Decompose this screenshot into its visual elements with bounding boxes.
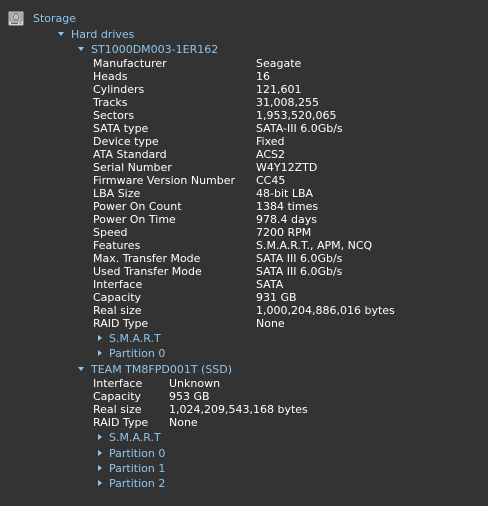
property-key: SATA type (93, 122, 149, 135)
property-key: Features (93, 239, 141, 252)
property-key: Interface (93, 278, 143, 291)
tree-node-partition-label: Partition 0 (109, 446, 166, 460)
property-value: CC45 (256, 174, 286, 187)
tree-node-partition[interactable]: Partition 0 (98, 346, 165, 360)
tree-node-drive-st1000dm003[interactable]: ST1000DM003-1ER162 (78, 42, 218, 56)
property-value: Fixed (256, 135, 285, 148)
property-value: 31,008,255 (256, 96, 319, 109)
tree-node-partition[interactable]: Partition 1 (98, 461, 165, 475)
triangle-right-icon[interactable] (98, 434, 102, 440)
property-key: Real size (93, 403, 142, 416)
property-key: Power On Count (93, 200, 182, 213)
tree-node-storage[interactable]: Storage (33, 11, 76, 25)
property-key: Interface (93, 377, 143, 390)
tree-node-smart-label: S.M.A.R.T (109, 331, 161, 345)
property-key: Device type (93, 135, 159, 148)
property-key: LBA Size (93, 187, 141, 200)
property-key: RAID Type (93, 416, 149, 429)
triangle-right-icon[interactable] (98, 480, 102, 486)
property-key: Used Transfer Mode (93, 265, 202, 278)
tree-node-hard-drives[interactable]: Hard drives (58, 27, 134, 41)
property-key: Capacity (93, 291, 142, 304)
tree-node-smart-label: S.M.A.R.T (109, 430, 161, 444)
property-key: Power On Time (93, 213, 176, 226)
tree-node-hard-drives-label: Hard drives (71, 27, 135, 41)
storage-tree: Storage Hard drives ST1000DM003-1ER162 M… (0, 0, 488, 506)
property-value: 7200 RPM (256, 226, 312, 239)
property-key: Heads (93, 70, 128, 83)
triangle-right-icon[interactable] (98, 465, 102, 471)
property-key: Capacity (93, 390, 142, 403)
property-value: Seagate (256, 57, 302, 70)
tree-node-partition[interactable]: Partition 0 (98, 446, 165, 460)
property-value: SATA (256, 278, 284, 291)
property-key: Speed (93, 226, 128, 239)
property-value: 953 GB (169, 390, 210, 403)
property-key: Serial Number (93, 161, 172, 174)
tree-node-drive-team-ssd[interactable]: TEAM TM8FPD001T (SSD) (78, 362, 232, 376)
triangle-down-icon[interactable] (78, 47, 84, 51)
property-value: 978.4 days (256, 213, 317, 226)
property-key: Real size (93, 304, 142, 317)
property-value: W4Y12ZTD (256, 161, 318, 174)
property-key: Firmware Version Number (93, 174, 236, 187)
tree-node-drive-label: ST1000DM003-1ER162 (91, 42, 219, 56)
property-value: SATA III 6.0Gb/s (256, 252, 343, 265)
tree-node-partition-label: Partition 0 (109, 346, 166, 360)
property-value: 48-bit LBA (256, 187, 314, 200)
property-key: Cylinders (93, 83, 145, 96)
property-value: S.M.A.R.T., APM, NCQ (256, 239, 373, 252)
triangle-right-icon[interactable] (98, 335, 102, 341)
property-key: Sectors (93, 109, 135, 122)
property-key: ATA Standard (93, 148, 167, 161)
property-value: 1,024,209,543,168 bytes (169, 403, 308, 416)
tree-node-drive-label: TEAM TM8FPD001T (SSD) (91, 362, 233, 376)
tree-node-smart[interactable]: S.M.A.R.T (98, 331, 161, 345)
hard-disk-icon (8, 11, 24, 26)
property-value: 16 (256, 70, 270, 83)
property-key: RAID Type (93, 317, 149, 330)
tree-node-smart[interactable]: S.M.A.R.T (98, 430, 161, 444)
tree-node-partition-label: Partition 1 (109, 461, 166, 475)
property-value: 121,601 (256, 83, 302, 96)
property-value: ACS2 (256, 148, 285, 161)
property-value: Unknown (169, 377, 221, 390)
triangle-down-icon[interactable] (58, 32, 64, 36)
triangle-right-icon[interactable] (98, 450, 102, 456)
property-value: SATA III 6.0Gb/s (256, 265, 343, 278)
property-key: Max. Transfer Mode (93, 252, 201, 265)
property-key: Manufacturer (93, 57, 167, 70)
property-value: None (256, 317, 285, 330)
property-value: 1384 times (256, 200, 319, 213)
property-value: SATA-III 6.0Gb/s (256, 122, 343, 135)
tree-node-storage-label: Storage (33, 11, 77, 25)
triangle-down-icon[interactable] (78, 367, 84, 371)
property-value: 931 GB (256, 291, 297, 304)
tree-node-partition-label: Partition 2 (109, 476, 166, 490)
tree-node-partition[interactable]: Partition 2 (98, 476, 165, 490)
property-value: 1,953,520,065 (256, 109, 337, 122)
property-key: Tracks (93, 96, 128, 109)
triangle-right-icon[interactable] (98, 350, 102, 356)
property-value: 1,000,204,886,016 bytes (256, 304, 395, 317)
property-value: None (169, 416, 198, 429)
